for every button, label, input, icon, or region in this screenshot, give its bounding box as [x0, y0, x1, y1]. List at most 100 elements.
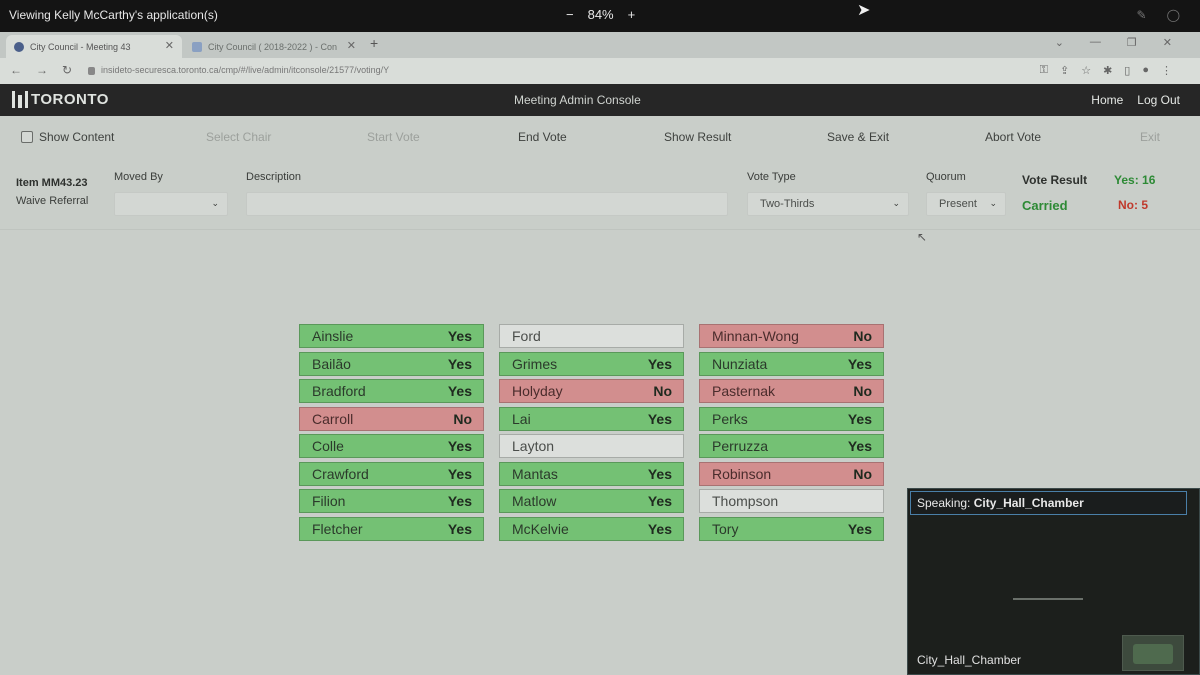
vote-cell-bradford[interactable]: Bradford Yes [299, 379, 484, 403]
moved-by-select[interactable]: ⌄ [114, 192, 228, 216]
vote-cell-mantas[interactable]: Mantas Yes [499, 461, 684, 486]
screen-share-bar: Viewing Kelly McCarthy's application(s) … [0, 0, 1200, 32]
toronto-logo[interactable]: TORONTO [12, 91, 109, 108]
close-window-icon[interactable]: ✕ [1163, 36, 1172, 49]
extensions-icon[interactable]: ✱ [1103, 64, 1112, 77]
vote-cell-layton[interactable]: Layton [499, 434, 684, 458]
back-icon[interactable]: ← [10, 63, 22, 77]
member-name: Perks [712, 410, 748, 427]
member-vote: Yes [447, 438, 472, 454]
vote-cell-fletcher[interactable]: Fletcher Yes [299, 516, 484, 541]
restore-icon[interactable]: ❐ [1127, 36, 1137, 49]
logout-link[interactable]: Log Out [1137, 93, 1180, 107]
vote-toolbar: Show Content Select Chair Start Vote End… [0, 116, 1200, 158]
city-hall-icon [12, 91, 28, 108]
lock-icon [88, 66, 95, 75]
yes-count: Yes: 16 [1114, 173, 1156, 187]
app-header: TORONTO Meeting Admin Console Home Log O… [0, 84, 1200, 116]
member-name: Perruzza [712, 438, 769, 454]
member-name: Robinson [712, 465, 772, 482]
member-vote: Yes [647, 355, 672, 372]
zoom-out-button[interactable]: − [566, 7, 574, 22]
new-tab-button[interactable]: + [370, 35, 378, 51]
menu-icon[interactable]: ⋮ [1161, 64, 1172, 77]
vote-cell-bail-o[interactable]: Bailão Yes [299, 351, 484, 376]
stop-share-icon[interactable]: ◯ [1167, 8, 1180, 22]
member-name: Bradford [312, 383, 366, 399]
vote-cell-perks[interactable]: Perks Yes [699, 406, 884, 431]
member-name: Crawford [312, 465, 369, 482]
vote-cell-perruzza[interactable]: Perruzza Yes [699, 434, 884, 458]
member-vote: Yes [847, 520, 872, 537]
show-content-toggle[interactable]: Show Content [21, 130, 114, 144]
vote-cell-lai[interactable]: Lai Yes [499, 406, 684, 431]
member-name: Thompson [712, 493, 779, 509]
member-vote: Yes [447, 328, 472, 344]
end-vote-button[interactable]: End Vote [518, 130, 567, 144]
close-tab-icon[interactable]: ✕ [347, 39, 356, 52]
self-view-thumbnail[interactable] [1122, 635, 1184, 671]
vote-cell-carroll[interactable]: Carroll No [299, 406, 484, 431]
page-title: Meeting Admin Console [514, 93, 641, 107]
quorum-select[interactable]: Present ⌄ [926, 192, 1006, 216]
vote-cell-colle[interactable]: Colle Yes [299, 434, 484, 458]
exit-button[interactable]: Exit [1140, 130, 1160, 144]
member-name: Layton [512, 438, 555, 454]
tab-label: City Council ( 2018-2022 ) - Con [208, 41, 338, 52]
sidebar-icon[interactable]: ▯ [1124, 64, 1130, 77]
vote-cell-minnan-wong[interactable]: Minnan-Wong No [699, 324, 884, 348]
key-icon[interactable]: ⚿ [1040, 64, 1048, 77]
vote-cell-pasternak[interactable]: Pasternak No [699, 379, 884, 403]
tab-search-icon[interactable]: ⌄ [1055, 36, 1064, 49]
annotate-icon[interactable]: ✎ [1137, 8, 1147, 22]
member-vote: Yes [647, 493, 672, 509]
vote-cell-nunziata[interactable]: Nunziata Yes [699, 351, 884, 376]
browser-tab-council[interactable]: City Council ( 2018-2022 ) - Con ✕ [184, 35, 364, 58]
select-chair-button[interactable]: Select Chair [206, 130, 271, 144]
vote-cell-crawford[interactable]: Crawford Yes [299, 461, 484, 486]
vote-type-select[interactable]: Two-Thirds ⌄ [747, 192, 909, 216]
save-exit-button[interactable]: Save & Exit [827, 130, 889, 144]
star-icon[interactable]: ☆ [1081, 64, 1091, 77]
member-vote: Yes [647, 410, 672, 427]
zoom-control: − 84% + [566, 7, 635, 22]
vote-cell-ford[interactable]: Ford [499, 324, 684, 348]
vote-cell-tory[interactable]: Tory Yes [699, 516, 884, 541]
member-vote: Yes [447, 465, 472, 482]
url-field[interactable]: insideto-securesca.toronto.ca/cmp/#/live… [88, 65, 389, 75]
description-input[interactable] [246, 192, 728, 216]
home-link[interactable]: Home [1091, 93, 1123, 107]
profile-icon[interactable]: ● [1142, 64, 1149, 77]
minimize-icon[interactable]: — [1090, 36, 1101, 49]
vote-cell-robinson[interactable]: Robinson No [699, 461, 884, 486]
share-icon[interactable]: ⇪ [1060, 64, 1069, 77]
member-vote: Yes [847, 438, 872, 454]
abort-vote-button[interactable]: Abort Vote [985, 130, 1041, 144]
member-name: Ainslie [312, 328, 354, 344]
close-tab-icon[interactable]: ✕ [165, 39, 174, 52]
member-name: Holyday [512, 383, 563, 399]
zoom-in-button[interactable]: + [628, 7, 636, 22]
vote-cell-mckelvie[interactable]: McKelvie Yes [499, 516, 684, 541]
description-label: Description [246, 171, 302, 183]
checkbox-icon[interactable] [21, 131, 33, 143]
item-description: Waive Referral [16, 195, 89, 207]
chevron-down-icon: ⌄ [211, 198, 219, 208]
vote-cell-grimes[interactable]: Grimes Yes [499, 351, 684, 376]
member-vote: Yes [447, 355, 472, 372]
vote-cell-ainslie[interactable]: Ainslie Yes [299, 324, 484, 348]
quorum-label: Quorum [926, 171, 966, 183]
vote-cell-holyday[interactable]: Holyday No [499, 379, 684, 403]
start-vote-button[interactable]: Start Vote [367, 130, 420, 144]
member-vote: Yes [647, 465, 672, 482]
vote-cell-thompson[interactable]: Thompson [699, 489, 884, 513]
no-count: No: 5 [1118, 198, 1148, 212]
vote-cell-filion[interactable]: Filion Yes [299, 489, 484, 513]
show-result-button[interactable]: Show Result [664, 130, 731, 144]
member-vote: Yes [847, 355, 872, 372]
forward-icon[interactable]: → [36, 63, 48, 77]
browser-tab-meeting[interactable]: City Council - Meeting 43 ✕ [6, 35, 182, 58]
vote-cell-matlow[interactable]: Matlow Yes [499, 489, 684, 513]
video-panel: Speaking: City_Hall_Chamber City_Hall_Ch… [907, 488, 1200, 675]
reload-icon[interactable]: ↻ [62, 63, 72, 77]
